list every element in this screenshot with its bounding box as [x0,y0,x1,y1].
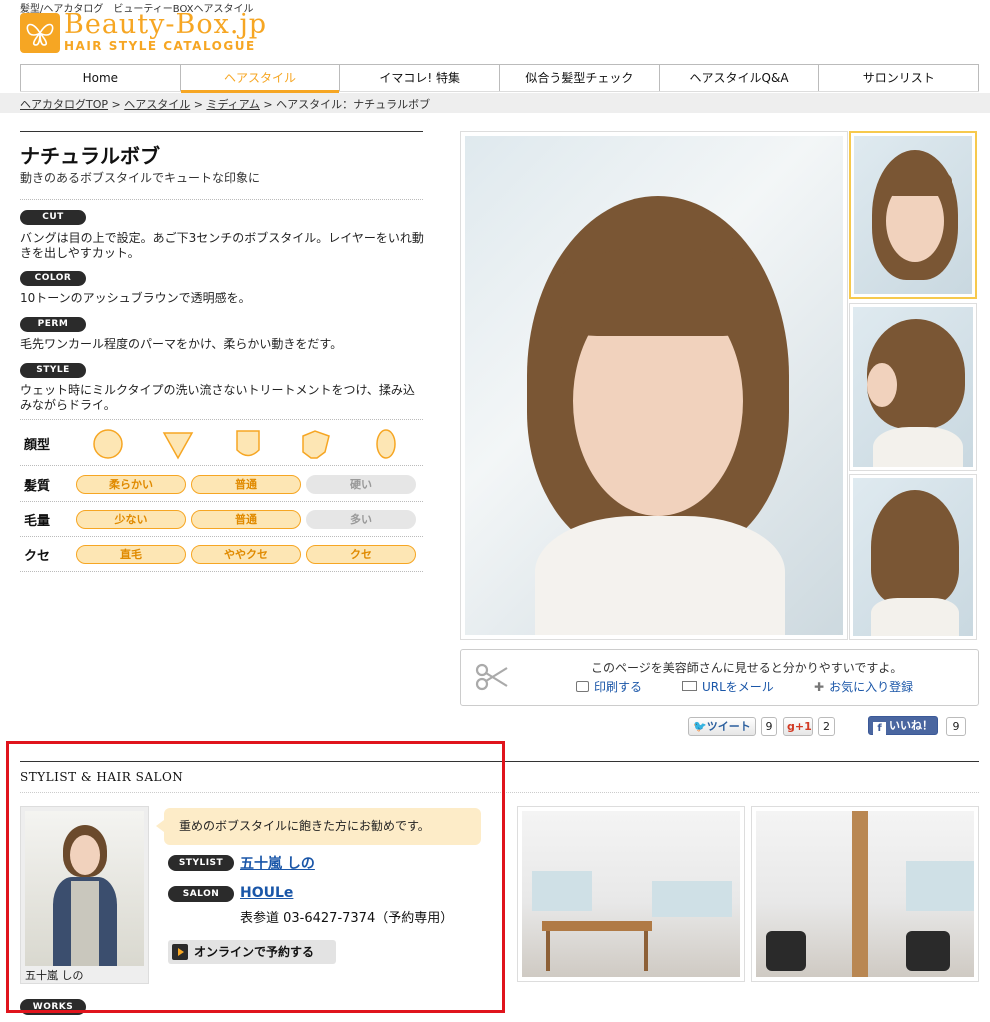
chip-few: 少ない [76,510,186,529]
favorite-link[interactable]: ✚ お気に入り登録 [814,678,913,695]
thumbnail-back[interactable] [849,474,977,640]
tweet-label: ツイート [706,720,751,733]
google-plus-icon: g [787,720,795,733]
page-subtitle: 動きのあるボブスタイルでキュートな印象に [20,171,261,185]
like-count: 9 [946,717,966,736]
print-link[interactable]: 印刷する [576,678,642,695]
facebook-icon: f [873,722,886,735]
thumbnail-front[interactable] [849,131,977,299]
mail-label: URLをメール [702,680,774,694]
hair-volume-label: 毛量 [24,514,51,529]
logo-text: Beauty-Box.jp [64,9,268,40]
curl-label: クセ [24,549,51,564]
nav-salon-list[interactable]: サロンリスト [818,65,980,91]
breadcrumb-current: ヘアスタイル：ナチュラルボブ [276,98,431,111]
cut-tag: CUT [20,210,86,225]
breadcrumb-separator: > [108,98,125,111]
nav-home[interactable]: Home [20,65,180,91]
nav-hairstyle[interactable]: ヘアスタイル [179,65,340,93]
main-hairstyle-photo [460,131,848,640]
plus-icon: ✚ [814,680,825,694]
nav-qa[interactable]: ヘアスタイルQ&A [658,65,819,91]
divider [20,536,423,537]
chip-straight: 直毛 [76,545,186,564]
color-tag: COLOR [20,271,86,286]
breadcrumb-link-top[interactable]: ヘアカタログTOP [20,98,108,111]
chip-normal: 普通 [191,475,301,494]
breadcrumb-separator: > [259,98,277,111]
salon-interior-photo-1[interactable] [517,806,745,982]
chip-soft: 柔らかい [76,475,186,494]
pentagon-face-icon [302,430,330,459]
nav-feature[interactable]: イマコレ! 特集 [339,65,499,91]
google-plus-button[interactable]: g+1 [783,717,813,736]
highlight-box [6,741,505,1013]
tweet-button[interactable]: 🐦ツイート [688,717,756,736]
perm-tag: PERM [20,317,86,332]
butterfly-logo-icon [20,13,60,53]
divider [20,465,423,466]
scissors-icon [475,663,508,691]
breadcrumb-separator: > [190,98,207,111]
tweet-count: 9 [761,717,777,736]
main-nav: Home ヘアスタイル イマコレ! 特集 似合う髪型チェック ヘアスタイルQ&A… [20,64,980,93]
style-description: ウェット時にミルクタイプの洗い流さないトリートメントをつけ、揉み込みながらドライ… [20,383,415,412]
chip-many: 多い [306,510,416,529]
chip-hard: 硬い [306,475,416,494]
stylist-tips-box: このページを美容師さんに見せると分かりやすいですよ。 印刷する URLをメール … [460,649,979,706]
perm-description: 毛先ワンカール程度のパーマをかけ、柔らかい動きをだす。 [20,337,343,351]
printer-icon [576,681,589,692]
face-shape-label: 顔型 [24,438,51,453]
like-label: いいね！ [889,719,933,732]
thumbnail-side[interactable] [849,303,977,471]
site-logo[interactable]: Beauty-Box.jp HAIR STYLE CATALOGUE [20,9,266,55]
chip-slight-curl: ややクセ [191,545,301,564]
divider [20,199,423,200]
google-plus-label: +1 [794,720,812,733]
mail-icon [682,681,697,691]
cut-description: バングは目の上で設定。あご下3センチのボブスタイル。レイヤーをいれ動きを出しやす… [20,231,424,260]
title-rule [20,131,423,132]
chip-curly: クセ [306,545,416,564]
twitter-bird-icon: 🐦 [693,720,707,733]
chip-normal: 普通 [191,510,301,529]
triangle-face-icon [162,432,194,460]
face-shapes [93,429,396,460]
color-description: 10トーンのアッシュブラウンで透明感を。 [20,291,251,305]
mail-url-link[interactable]: URLをメール [682,678,774,695]
divider [20,419,423,420]
breadcrumb-link-medium[interactable]: ミディアム [206,98,259,111]
print-label: 印刷する [594,680,643,694]
logo-subtitle: HAIR STYLE CATALOGUE [64,39,256,53]
nav-check[interactable]: 似合う髪型チェック [499,65,659,91]
round-face-icon [93,429,123,459]
favorite-label: お気に入り登録 [829,680,914,694]
divider [20,571,423,572]
breadcrumb: ヘアカタログTOP > ヘアスタイル > ミディアム > ヘアスタイル：ナチュラ… [20,96,430,112]
salon-interior-photo-2[interactable] [751,806,979,982]
tips-text: このページを美容師さんに見せると分かりやすいですよ。 [591,661,903,675]
base-face-icon [236,430,260,457]
page-title: ナチュラルボブ [20,144,160,168]
style-tag: STYLE [20,363,86,378]
facebook-like-button[interactable]: f いいね！ [868,716,938,735]
google-plus-count: 2 [818,717,835,736]
hair-quality-label: 髪質 [24,479,51,494]
divider [20,501,423,502]
oval-face-icon [376,429,396,459]
breadcrumb-link-hairstyle[interactable]: ヘアスタイル [124,98,190,111]
